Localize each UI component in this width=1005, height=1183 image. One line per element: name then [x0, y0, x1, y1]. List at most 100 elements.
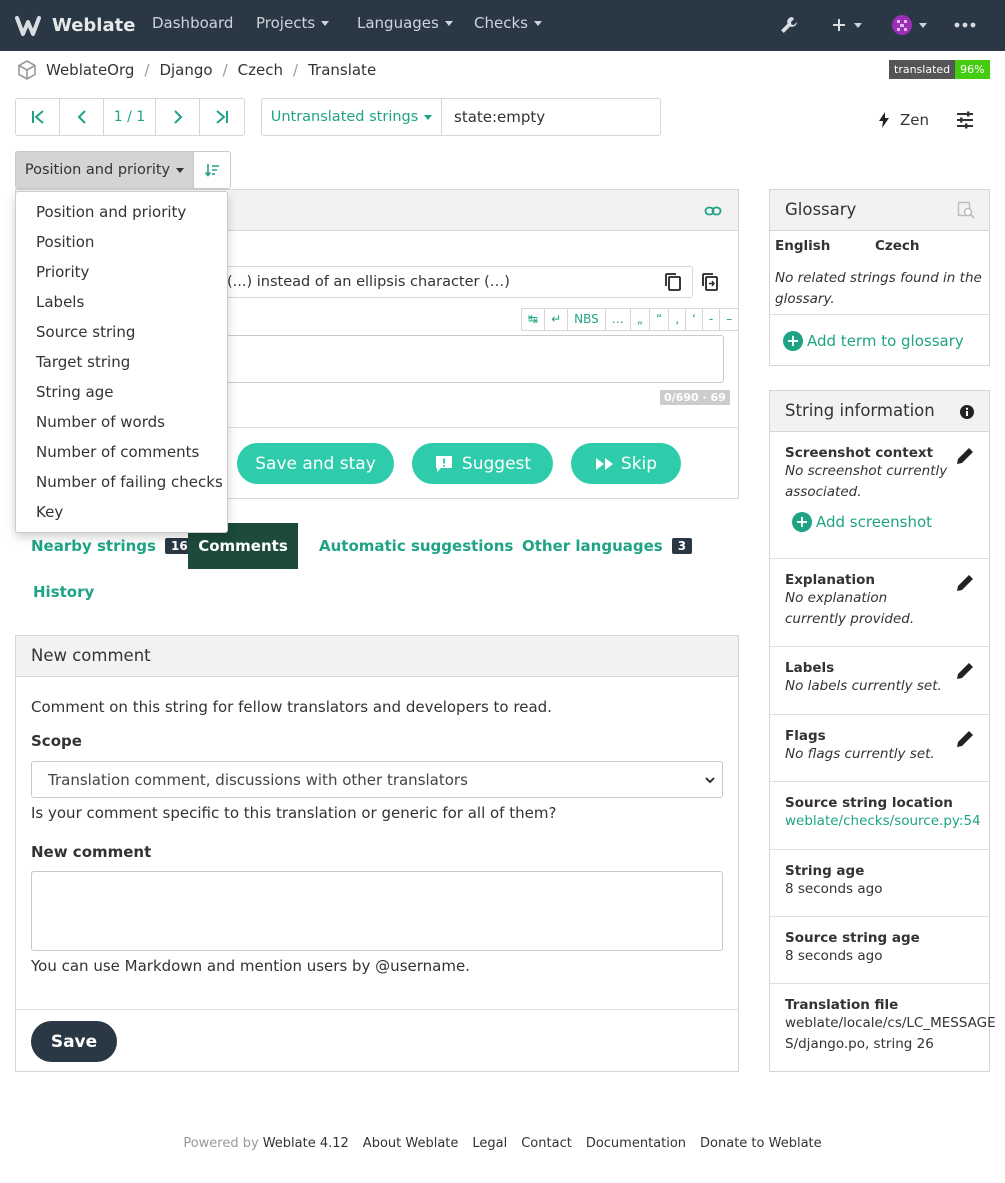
insert-tab-button[interactable]: ↹: [522, 309, 546, 330]
copy-icon[interactable]: [664, 272, 682, 292]
caret-down-icon: [424, 114, 433, 120]
insert-hyphen-button[interactable]: -: [703, 309, 721, 330]
sort-direction-button[interactable]: [194, 152, 230, 188]
glossary-search-icon[interactable]: [957, 201, 975, 219]
comment-intro: Comment on this string for fellow transl…: [31, 698, 552, 716]
sort-option[interactable]: Target string: [16, 347, 227, 377]
labels-section: Labels No labels currently set.: [770, 647, 989, 715]
glossary-header: Glossary: [770, 190, 989, 231]
source-string-age-section: Source string age 8 seconds ago: [770, 917, 989, 984]
sort-option[interactable]: Number of words: [16, 407, 227, 437]
brand[interactable]: Weblate: [14, 12, 135, 38]
sort-option[interactable]: Labels: [16, 287, 227, 317]
nav-projects[interactable]: Projects: [256, 14, 330, 32]
sort-option[interactable]: String age: [16, 377, 227, 407]
documentation-link[interactable]: Documentation: [586, 1136, 686, 1154]
tab-other-languages[interactable]: Other languages 3: [522, 523, 693, 569]
nav-dashboard[interactable]: Dashboard: [152, 14, 233, 32]
sort-controls: Position and priority: [15, 151, 231, 189]
add-screenshot-button[interactable]: + Add screenshot: [785, 512, 989, 532]
insert-low-quote-button[interactable]: „: [631, 309, 650, 330]
edit-pencil-icon[interactable]: [955, 729, 975, 749]
contact-link[interactable]: Contact: [521, 1136, 572, 1154]
about-weblate-link[interactable]: About Weblate: [363, 1136, 459, 1154]
weblate-version-link[interactable]: Weblate 4.12: [263, 1136, 349, 1154]
save-and-stay-button[interactable]: Save and stay: [237, 443, 394, 484]
plus-icon: [833, 19, 845, 31]
string-age-section: String age 8 seconds ago: [770, 850, 989, 917]
insert-newline-button[interactable]: ↵: [545, 309, 569, 330]
translated-badge[interactable]: translated 96%: [889, 60, 990, 79]
sort-select[interactable]: Position and priority: [16, 152, 194, 188]
tab-label: Other languages: [522, 537, 663, 555]
zen-mode-button[interactable]: Zen: [877, 108, 929, 132]
special-characters-toolbar: ↹ ↵ NBS … „ “ ‚ ‘ - –: [521, 308, 740, 331]
sort-option[interactable]: Position: [16, 227, 227, 257]
string-information-panel: String information Screenshot context No…: [769, 390, 996, 1072]
add-menu[interactable]: [830, 12, 862, 38]
legal-link[interactable]: Legal: [472, 1136, 507, 1154]
breadcrumb-project[interactable]: WeblateOrg: [46, 61, 134, 79]
edit-pencil-icon[interactable]: [955, 661, 975, 681]
skip-button[interactable]: Skip: [571, 443, 681, 484]
new-comment-header: New comment: [16, 636, 738, 677]
add-term-to-glossary-button[interactable]: + Add term to glossary: [770, 314, 989, 366]
insert-low-single-quote-button[interactable]: ‚: [669, 309, 687, 330]
filter-select[interactable]: Untranslated strings: [262, 99, 442, 135]
sort-option[interactable]: Key: [16, 497, 227, 527]
insert-ellipsis-button[interactable]: …: [606, 309, 631, 330]
scope-label: Scope: [31, 732, 82, 750]
clone-source-icon[interactable]: [701, 272, 719, 292]
chevron-left-icon: [77, 110, 86, 124]
tab-history[interactable]: History: [33, 569, 94, 615]
source-location-section: Source string location weblate/checks/so…: [770, 782, 989, 850]
last-string-button[interactable]: [200, 99, 244, 135]
scope-select[interactable]: Translation comment, discussions with ot…: [31, 761, 723, 798]
position-indicator[interactable]: 1 / 1: [104, 99, 156, 135]
lightning-icon: [879, 112, 889, 128]
more-icon[interactable]: [954, 12, 976, 38]
previous-string-button[interactable]: [60, 99, 104, 135]
sort-option[interactable]: Number of comments: [16, 437, 227, 467]
next-string-button[interactable]: [156, 99, 200, 135]
caret-down-icon: [444, 20, 453, 26]
settings-sliders-icon[interactable]: [955, 110, 975, 130]
nav-languages[interactable]: Languages: [357, 14, 453, 32]
wrench-icon[interactable]: [778, 12, 800, 38]
explanation-section: Explanation No explanation currently pro…: [770, 559, 989, 647]
weblate-logo-icon: [15, 16, 41, 36]
insert-high-single-quote-button[interactable]: ‘: [686, 309, 703, 330]
insert-high-quote-button[interactable]: “: [650, 309, 670, 330]
skip-label: Skip: [620, 453, 658, 474]
nav-projects-label: Projects: [256, 14, 316, 32]
sort-option[interactable]: Position and priority: [16, 197, 227, 227]
string-age-title: String age: [785, 863, 865, 879]
insert-en-dash-button[interactable]: –: [720, 309, 738, 330]
explanation-value: No explanation currently provided.: [785, 590, 915, 627]
edit-pencil-icon[interactable]: [955, 446, 975, 466]
search-input[interactable]: state:empty: [442, 99, 660, 135]
nav-checks[interactable]: Checks: [474, 14, 542, 32]
tab-automatic-suggestions[interactable]: Automatic suggestions: [319, 523, 513, 569]
sort-option[interactable]: Priority: [16, 257, 227, 287]
user-menu[interactable]: [891, 12, 927, 38]
link-icon[interactable]: [704, 202, 722, 220]
sort-option[interactable]: Number of failing checks: [16, 467, 227, 497]
sort-option[interactable]: Source string: [16, 317, 227, 347]
insert-nbsp-button[interactable]: NBS: [568, 309, 606, 330]
source-location-title: Source string location: [785, 795, 953, 811]
add-term-label: Add term to glossary: [807, 331, 964, 350]
source-location-link[interactable]: weblate/checks/source.py:54: [785, 811, 989, 832]
comment-textarea[interactable]: [31, 871, 723, 951]
breadcrumb-component[interactable]: Django: [159, 61, 212, 79]
suggest-button[interactable]: Suggest: [412, 443, 553, 484]
edit-pencil-icon[interactable]: [955, 573, 975, 593]
save-comment-button[interactable]: Save: [31, 1021, 117, 1062]
save-and-stay-label: Save and stay: [255, 453, 376, 474]
caret-down-icon: [919, 22, 927, 28]
info-icon[interactable]: [959, 404, 975, 420]
first-string-button[interactable]: [16, 99, 60, 135]
translation-file-path: weblate/locale/cs/LC_MESSAGE: [785, 1015, 996, 1031]
breadcrumb-language[interactable]: Czech: [238, 61, 283, 79]
donate-link[interactable]: Donate to Weblate: [700, 1136, 822, 1154]
